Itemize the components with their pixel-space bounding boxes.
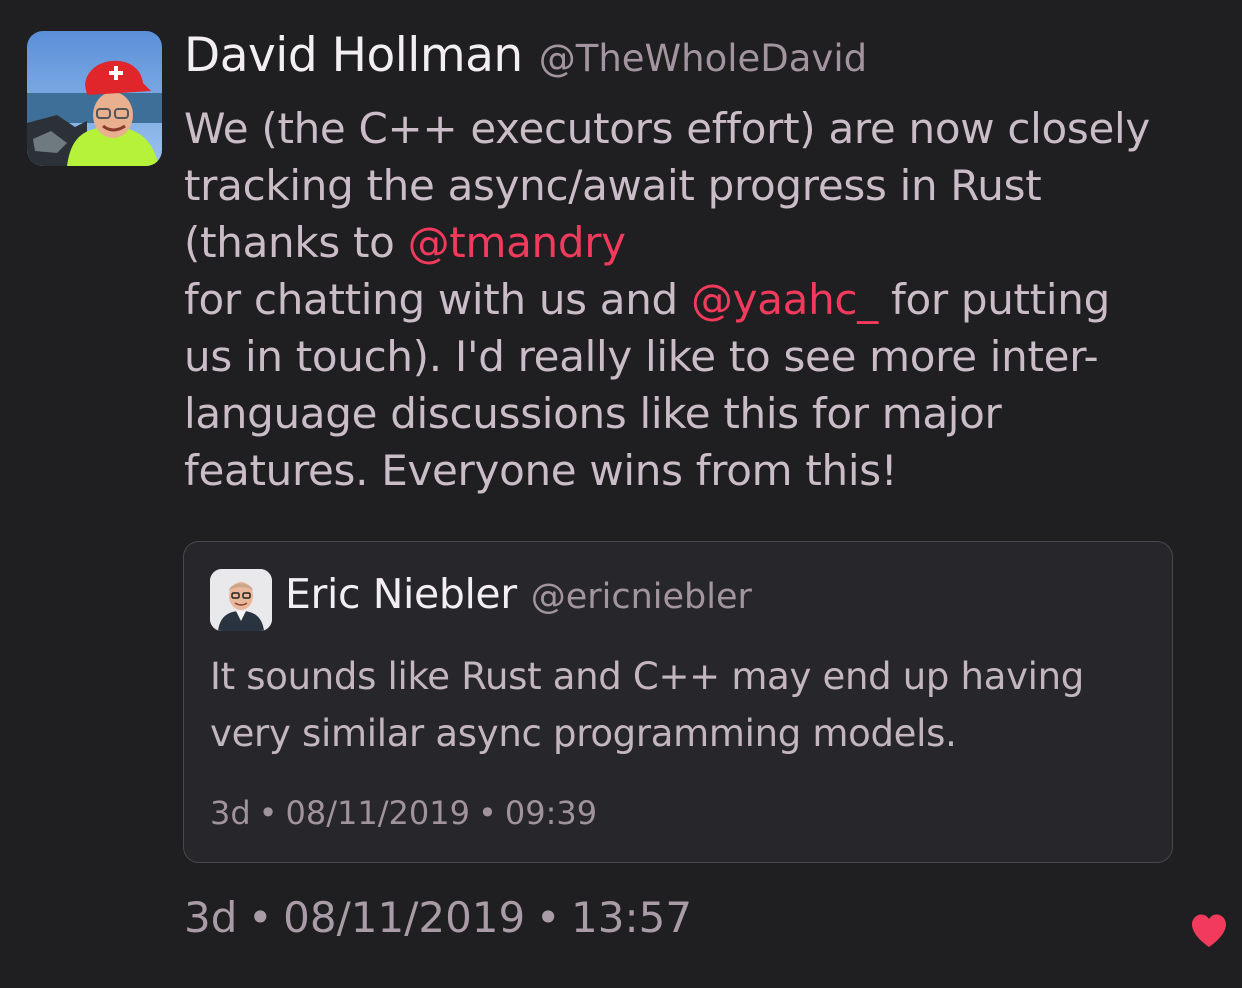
quoted-text-line: It sounds like Rust and C++ may end up h… xyxy=(210,655,1084,698)
mention-link[interactable]: @tmandry xyxy=(408,218,626,267)
quoted-relative-time: 3d xyxy=(210,794,251,832)
quoted-tweet-text: It sounds like Rust and C++ may end up h… xyxy=(210,648,1160,762)
tweet-text-line: (thanks to @tmandry xyxy=(184,214,1224,271)
text-segment: for putting xyxy=(877,275,1110,324)
author-avatar[interactable] xyxy=(27,31,162,166)
tweet-text-line: We (the C++ executors effort) are now cl… xyxy=(184,100,1224,157)
tweet-date: 08/11/2019 xyxy=(283,893,526,942)
separator-dot: • xyxy=(247,893,273,942)
tweet-text-line: features. Everyone wins from this! xyxy=(184,442,1224,499)
quoted-author-handle[interactable]: @ericniebler xyxy=(531,577,752,617)
author-handle[interactable]: @TheWholeDavid xyxy=(539,37,867,80)
quoted-date: 08/11/2019 xyxy=(285,794,470,832)
text-segment: for chatting with us and xyxy=(184,275,691,324)
text-segment: us in touch). I'd really like to see mor… xyxy=(184,332,1099,381)
text-segment: (thanks to xyxy=(184,218,408,267)
tweet-header: David Hollman @TheWholeDavid xyxy=(184,28,867,94)
separator-dot: • xyxy=(535,893,561,942)
text-segment: tracking the async/await progress in Rus… xyxy=(184,161,1042,210)
tweet-text-line: language discussions like this for major xyxy=(184,385,1224,442)
text-segment: We (the C++ executors effort) are now cl… xyxy=(184,104,1150,153)
mention-link[interactable]: @yaahc_ xyxy=(691,275,878,324)
tweet-timestamp: 3d • 08/11/2019 • 13:57 xyxy=(184,893,692,942)
quoted-author-name[interactable]: Eric Niebler xyxy=(285,570,517,618)
tweet-text-line: for chatting with us and @yaahc_ for put… xyxy=(184,271,1224,328)
quoted-text-line: very similar async programming models. xyxy=(210,712,957,755)
tweet-text: We (the C++ executors effort) are now cl… xyxy=(184,100,1224,499)
quoted-author-avatar[interactable] xyxy=(210,569,272,631)
quoted-time: 09:39 xyxy=(504,794,598,832)
tweet-text-line: us in touch). I'd really like to see mor… xyxy=(184,328,1224,385)
text-segment: language discussions like this for major xyxy=(184,389,1002,438)
tweet-time: 13:57 xyxy=(571,893,693,942)
quoted-tweet-card[interactable]: Eric Niebler @ericniebler It sounds like… xyxy=(183,541,1173,863)
relative-time: 3d xyxy=(184,893,238,942)
like-button[interactable] xyxy=(1190,913,1228,949)
text-segment: features. Everyone wins from this! xyxy=(184,446,898,495)
heart-icon xyxy=(1192,914,1226,947)
quoted-tweet-header: Eric Niebler @ericniebler xyxy=(285,570,752,618)
author-name[interactable]: David Hollman xyxy=(184,28,523,83)
tweet-text-line: tracking the async/await progress in Rus… xyxy=(184,157,1224,214)
quoted-tweet-timestamp: 3d • 08/11/2019 • 09:39 xyxy=(210,794,597,832)
separator-dot: • xyxy=(258,794,278,832)
separator-dot: • xyxy=(477,794,497,832)
